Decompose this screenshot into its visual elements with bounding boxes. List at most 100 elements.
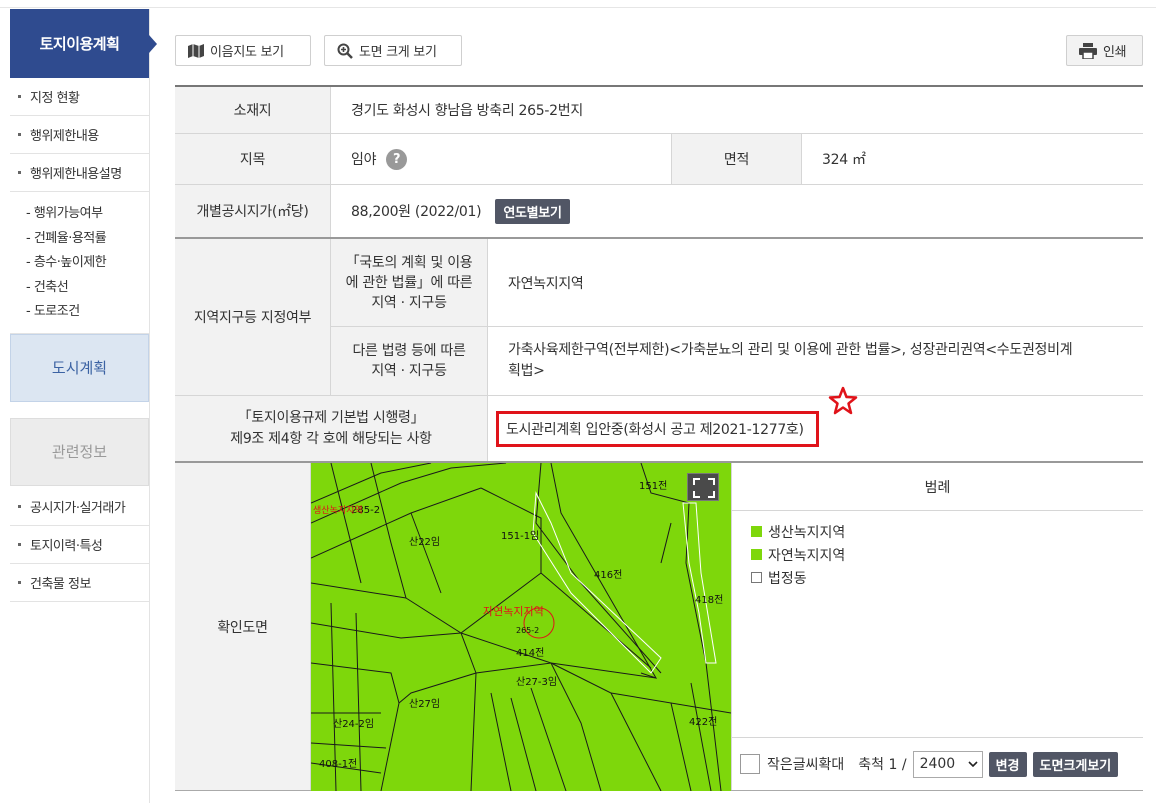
sidebar-item-land-history[interactable]: 토지이력·특성	[10, 525, 149, 564]
sidebar-block-city-plan[interactable]: 도시계획	[10, 333, 149, 402]
zone-law1-value: 자연녹지지역	[508, 275, 584, 292]
map-lot-label: 414전	[516, 647, 544, 659]
zone-law2-value-line1: 가축사육제한구역(전부제한)<가축분뇨의 관리 및 이용에 관한 법률>, 성장…	[508, 342, 1073, 358]
jimok-header: 지목	[175, 134, 331, 184]
sidebar-sublist: - 행위가능여부 - 건폐율·용적률 - 층수·높이제한 - 건축선 - 도로조…	[10, 192, 149, 334]
zoom-in-icon	[337, 43, 353, 59]
zone-law2-header: 다른 법령 등에 따른 지역 · 지구등	[331, 327, 488, 395]
map-lot-label: 산22임	[409, 535, 440, 548]
zone-law1-header-line3: 지역 · 지구등	[371, 294, 447, 311]
open-map-button[interactable]: 이음지도 보기	[175, 35, 311, 66]
map-icon	[188, 43, 204, 58]
print-label: 인쇄	[1103, 45, 1127, 60]
zone-law2-row: 다른 법령 등에 따른 지역 · 지구등 가축사육제한구역(전부제한)<가축분뇨…	[331, 327, 1143, 395]
sidebar-item-label: 토지이력·특성	[30, 538, 103, 554]
area-header: 면적	[672, 134, 802, 184]
sidebar-subitem-road-condition[interactable]: - 도로조건	[26, 300, 149, 325]
chevron-down-icon	[968, 761, 978, 767]
bullet-icon	[18, 95, 21, 98]
open-map-label: 이음지도 보기	[210, 45, 284, 60]
sidebar: 토지이용계획 지정 현황 행위제한내용 행위제한내용설명 - 행위가능여부 - …	[10, 9, 157, 803]
star-icon	[828, 386, 858, 415]
location-header: 소재지	[175, 87, 331, 133]
sidebar-item-designation[interactable]: 지정 현황	[10, 78, 149, 116]
row-rule: 「토지이용규제 기본법 시행령」 제9조 제4항 각 호에 해당되는 사항 도시…	[175, 386, 1143, 463]
yearly-price-button[interactable]: 연도별보기	[495, 198, 570, 224]
rule-header-line2: 제9조 제4항 각 호에 해당되는 사항	[230, 430, 432, 447]
change-scale-button[interactable]: 변경	[988, 751, 1027, 777]
bullet-icon	[18, 580, 21, 584]
jimok-cell: 임야 ?	[331, 134, 672, 184]
zoom-drawing-button[interactable]: 도면 크게 보기	[324, 35, 462, 66]
sidebar-subitem-permitted[interactable]: - 행위가능여부	[26, 202, 149, 227]
scale-bar: 작은글씨확대 축척 1 / 2400 변경 도면크게보기	[732, 737, 1143, 790]
sidebar-subitem-building-line[interactable]: - 건축선	[26, 276, 149, 301]
map-lot-label: 422전	[689, 716, 717, 728]
sidebar-item-land-price[interactable]: 공시지가·실거래가	[10, 487, 149, 526]
legend-swatch	[751, 549, 762, 560]
fullscreen-icon[interactable]	[687, 473, 719, 501]
zone-law2-value: 가축사육제한구역(전부제한)<가축분뇨의 관리 및 이용에 관한 법률>, 성장…	[488, 327, 1143, 395]
cadastral-map[interactable]: 151전 151-1임 산22임 416전 418전 414전 산27-3임 산…	[311, 463, 731, 791]
zone-header: 지역지구등 지정여부	[175, 239, 331, 395]
price-header: 개별공시지가(㎡당)	[175, 185, 331, 237]
scale-label: 축척 1 /	[858, 757, 907, 773]
enlarge-text-label: 작은글씨확대	[767, 757, 845, 773]
legend-list: 생산녹지지역 자연녹지지역 법정동	[732, 511, 1143, 589]
legend-swatch	[751, 572, 762, 583]
rule-header-line1: 「토지이용규제 기본법 시행령」	[237, 409, 425, 426]
sidebar-subitem-height-limit[interactable]: - 층수·높이제한	[26, 251, 149, 276]
sidebar-item-label: 지정 현황	[30, 91, 80, 106]
zoom-drawing-label: 도면 크게 보기	[359, 45, 437, 60]
map-lot-label: 265-2	[516, 626, 539, 635]
map-lot-label: 산27임	[409, 697, 440, 710]
row-jimok: 지목 임야 ? 면적 324 ㎡	[175, 134, 1143, 185]
sidebar-item-restriction-desc[interactable]: 행위제한내용설명	[10, 154, 149, 192]
sidebar-title[interactable]: 토지이용계획	[10, 9, 157, 78]
zone-law1-header-line2: 에 관한 법률」에 따른	[345, 274, 473, 291]
rule-header: 「토지이용규제 기본법 시행령」 제9조 제4항 각 호에 해당되는 사항	[175, 396, 488, 461]
row-map: 확인도면 151전 151-1임 산22임 416전 418전 414전 산27…	[175, 463, 1143, 791]
map-zone-label: 자연녹지지역	[483, 605, 544, 618]
legend-swatch	[751, 526, 762, 537]
sidebar-item-label: 공시지가·실거래가	[30, 500, 126, 516]
enlarge-map-button[interactable]: 도면크게보기	[1032, 751, 1119, 777]
legend-item: 법정동	[751, 566, 1143, 589]
legend-label: 자연녹지지역	[768, 547, 846, 564]
map-header: 확인도면	[175, 463, 311, 790]
zone-law2-value-line2: 획법>	[508, 363, 545, 379]
map-lot-label: 산27-3임	[516, 675, 557, 688]
rule-cell: 도시관리계획 입안중(화성시 공고 제2021-1277호)	[488, 386, 1143, 461]
zone-subtable: 「국토의 계획 및 이용 에 관한 법률」에 따른 지역 · 지구등 자연녹지지…	[331, 239, 1143, 395]
sidebar-subitem-coverage-ratio[interactable]: - 건폐율·용적률	[26, 227, 149, 252]
map-lot-label: 151-1임	[501, 529, 539, 542]
row-zone: 지역지구등 지정여부 「국토의 계획 및 이용 에 관한 법률」에 따른 지역 …	[175, 239, 1143, 396]
sidebar-item-building-info[interactable]: 건축물 정보	[10, 563, 149, 602]
zone-law2-header-line2: 지역 · 지구등	[371, 363, 447, 379]
legend-panel: 범례 생산녹지지역 자연녹지지역 법정동 작은글씨확대 축척 1 / 2400 …	[731, 463, 1143, 790]
zone-law1-header: 「국토의 계획 및 이용 에 관한 법률」에 따른 지역 · 지구등	[331, 239, 488, 326]
printer-icon	[1079, 42, 1097, 59]
map-corner-zone-label: 생산녹지지역	[313, 505, 363, 516]
price-cell: 88,200원 (2022/01) 연도별보기	[331, 185, 1143, 237]
sidebar-block-related-info[interactable]: 관련정보	[10, 417, 149, 486]
sidebar-item-restrictions[interactable]: 행위제한내용	[10, 116, 149, 154]
map-lot-label: 416전	[594, 569, 622, 581]
zone-law1-row: 「국토의 계획 및 이용 에 관한 법률」에 따른 지역 · 지구등 자연녹지지…	[331, 239, 1143, 327]
zone-law2-header-line1: 다른 법령 등에 따른	[352, 343, 466, 359]
row-price: 개별공시지가(㎡당) 88,200원 (2022/01) 연도별보기	[175, 185, 1143, 239]
bullet-icon	[18, 133, 21, 136]
sidebar-item-label: 행위제한내용설명	[30, 167, 122, 182]
map-lot-label: 산24-2임	[333, 717, 374, 730]
enlarge-text-checkbox[interactable]	[740, 754, 760, 774]
bullet-icon	[18, 504, 21, 508]
scale-select[interactable]: 2400	[912, 750, 983, 778]
print-button[interactable]: 인쇄	[1066, 35, 1143, 66]
bullet-icon	[18, 542, 21, 546]
location-value: 경기도 화성시 향남읍 방축리 265-2번지	[351, 103, 583, 119]
help-icon[interactable]: ?	[386, 148, 408, 170]
area-value: 324 ㎡	[822, 152, 866, 168]
land-info-table: 소재지 경기도 화성시 향남읍 방축리 265-2번지 지목 임야 ? 면적 3…	[175, 85, 1143, 791]
cadastral-map-drawing: 151전 151-1임 산22임 416전 418전 414전 산27-3임 산…	[311, 463, 731, 791]
bullet-icon	[18, 171, 21, 174]
